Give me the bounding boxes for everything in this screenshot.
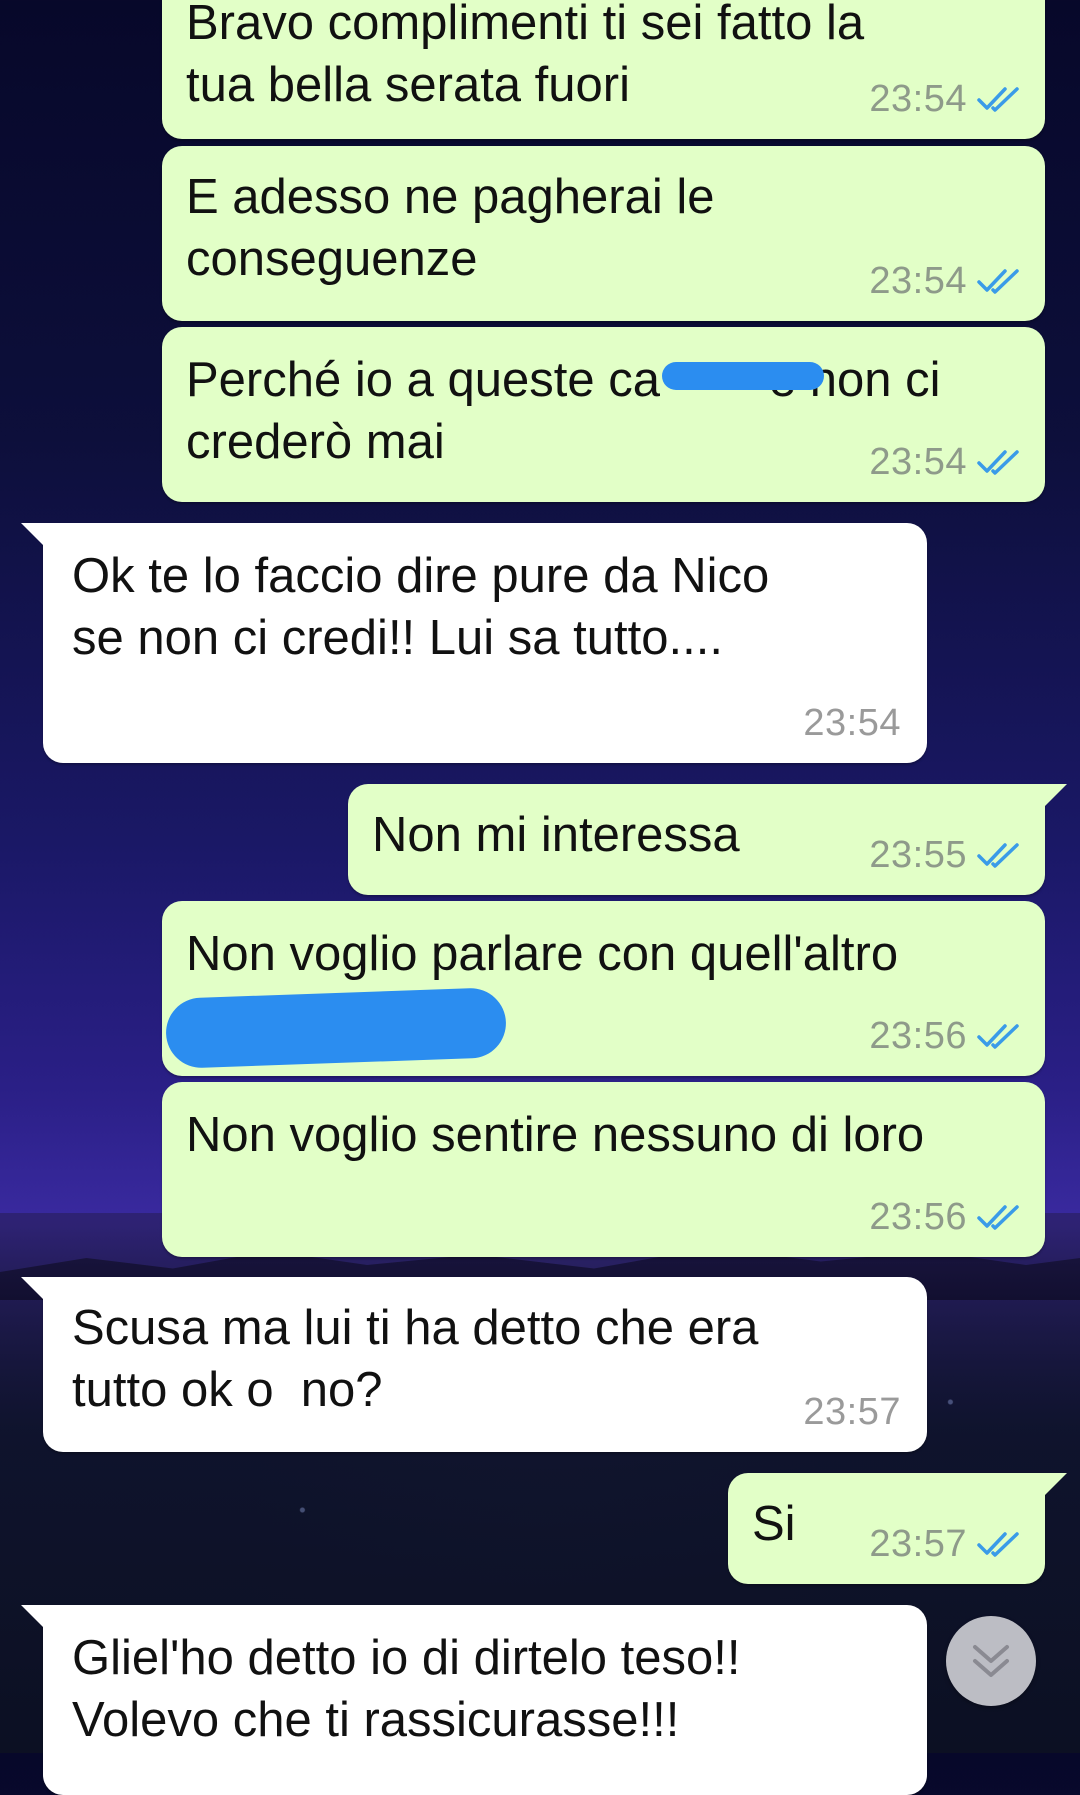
message-time: 23:57 [803,1390,901,1433]
message-meta: 23:54 [869,259,1021,302]
outgoing-message[interactable]: Perché io a queste ca e non ci crederò m… [162,327,1045,502]
outgoing-message[interactable]: Non voglio parlare con quell'altro 23:56 [162,901,1045,1076]
message-time: 23:56 [869,1014,967,1057]
message-time: 23:57 [869,1522,967,1565]
message-text: Non mi interessa [372,808,740,862]
double-check-icon [977,87,1019,112]
incoming-message[interactable]: Scusa ma lui ti ha detto che era tutto o… [21,1277,927,1452]
double-check-icon [977,1205,1019,1230]
message-time: 23:56 [869,1195,967,1238]
message-text: Non voglio parlare con quell'altro [186,927,899,981]
message-text: Non voglio sentire nessuno di loro [186,1108,925,1162]
double-check-icon [977,1024,1019,1049]
message-text: Gliel'ho detto io di dirtelo teso!! Vole… [72,1631,741,1747]
bubble-tail [21,1605,49,1633]
outgoing-message[interactable]: Bravo complimenti ti sei fatto la tua be… [162,0,1045,139]
message-meta: 23:54 [869,440,1021,483]
message-time: 23:54 [869,440,967,483]
message-time: 23:54 [869,77,967,120]
message-meta: 23:54 [869,77,1021,120]
message-time: 23:55 [869,833,967,876]
message-time: 23:54 [869,259,967,302]
double-check-icon [977,269,1019,294]
chat-area[interactable]: Bravo complimenti ti sei fatto la tua be… [0,0,1080,1795]
message-meta: 23:55 [869,833,1021,876]
redaction-mark [164,987,508,1069]
message-text: Ok te lo faccio dire pure da Nico se non… [72,549,770,665]
scroll-down-button[interactable] [946,1616,1036,1706]
incoming-message[interactable]: Ok te lo faccio dire pure da Nico se non… [21,523,927,763]
double-check-icon [977,450,1019,475]
incoming-message[interactable]: Gliel'ho detto io di dirtelo teso!! Vole… [21,1605,927,1795]
message-text: Bravo complimenti ti sei fatto la tua be… [186,0,865,112]
outgoing-message[interactable]: Si 23:57 [728,1473,1067,1584]
outgoing-message[interactable]: Non voglio sentire nessuno di loro 23:56 [162,1082,1045,1257]
double-chevron-down-icon [973,1645,1009,1677]
redaction-mark [662,362,824,390]
message-time: 23:54 [803,701,901,744]
bubble-tail [21,523,49,551]
message-text: E adesso ne pagherai le conseguenze [186,170,715,286]
bubble-tail [1039,784,1067,812]
message-meta: 23:56 [869,1014,1021,1057]
message-meta: 23:57 [869,1522,1021,1565]
double-check-icon [977,1532,1019,1557]
bubble-tail [21,1277,49,1305]
bubble-tail [1039,1473,1067,1501]
message-text: Si [752,1497,796,1551]
double-check-icon [977,843,1019,868]
message-meta: 23:54 [803,701,901,744]
message-meta: 23:57 [803,1390,901,1433]
message-meta: 23:56 [869,1195,1021,1238]
message-text: Scusa ma lui ti ha detto che era tutto o… [72,1301,759,1417]
outgoing-message[interactable]: Non mi interessa 23:55 [348,784,1067,895]
outgoing-message[interactable]: E adesso ne pagherai le conseguenze 23:5… [162,146,1045,321]
message-text: Perché io a queste ca e non ci crederò m… [186,353,941,469]
